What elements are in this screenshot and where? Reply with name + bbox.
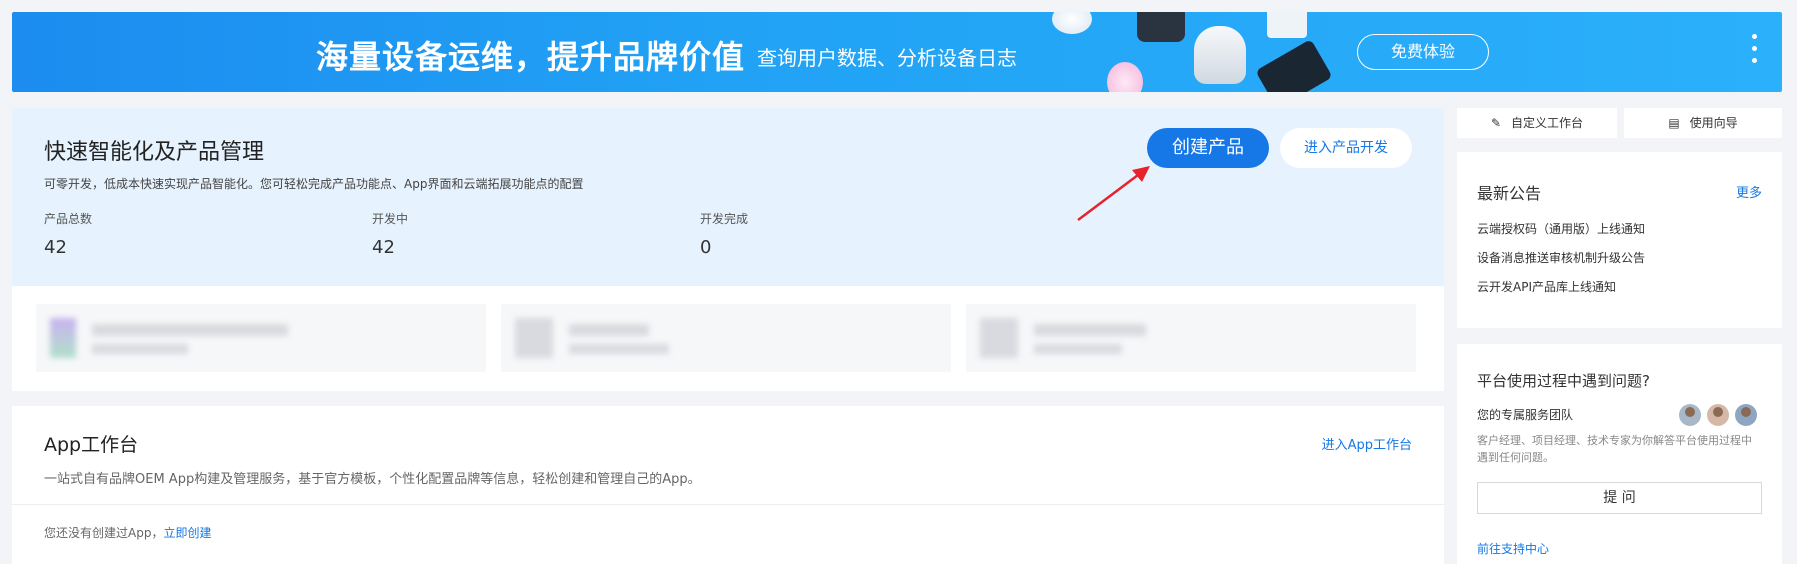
hero-description: 可零开发，低成本快速实现产品智能化。您可轻松完成产品功能点、App界面和云端拓展… — [44, 177, 584, 191]
stat-developing: 开发中 42 — [372, 210, 408, 258]
support-center-link[interactable]: 前往支持中心 — [1477, 540, 1549, 557]
ask-question-button[interactable]: 提 问 — [1477, 482, 1762, 514]
product-card[interactable] — [36, 304, 486, 372]
free-trial-button[interactable]: 免费体验 — [1357, 34, 1489, 70]
banner-subtitle: 查询用户数据、分析设备日志 — [757, 46, 1017, 70]
hero-section: 快速智能化及产品管理 可零开发，低成本快速实现产品智能化。您可轻松完成产品功能点… — [12, 108, 1444, 286]
avatar — [1679, 404, 1701, 426]
stat-label: 开发中 — [372, 212, 409, 226]
custom-workbench-button[interactable]: ✎ 自定义工作台 — [1457, 108, 1617, 138]
product-meta-blurred — [92, 344, 188, 354]
app-workbench-card: App工作台 一站式自有品牌OEM App构建及管理服务，基于官方模板，个性化配… — [12, 406, 1444, 564]
help-description: 客户经理、项目经理、技术专家为你解答平台使用过程中遇到任何问题。 — [1477, 434, 1752, 464]
app-workbench-title: App工作台 — [44, 434, 139, 456]
color-bulb-image — [1107, 62, 1143, 92]
product-card[interactable] — [966, 304, 1416, 372]
promo-banner[interactable]: 海量设备运维，提升品牌价值 查询用户数据、分析设备日志 免费体验 — [12, 12, 1782, 92]
notices-title: 最新公告 — [1477, 184, 1542, 203]
app-empty-state: 您还没有创建过App，立即创建 — [44, 524, 211, 541]
notice-item[interactable]: 设备消息推送审核机制升级公告 — [1477, 249, 1645, 266]
product-meta-blurred — [569, 344, 669, 354]
notice-item[interactable]: 云开发API产品库上线通知 — [1477, 278, 1616, 295]
stat-value: 0 — [700, 237, 712, 258]
product-icon — [50, 318, 76, 358]
notice-item[interactable]: 云端授权码（通用版）上线通知 — [1477, 220, 1645, 237]
product-icon — [515, 318, 553, 358]
product-name-blurred — [569, 324, 649, 336]
app-workbench-description: 一站式自有品牌OEM App构建及管理服务，基于官方模板，个性化配置品牌等信息，… — [44, 472, 701, 487]
usage-guide-button[interactable]: ▤ 使用向导 — [1624, 108, 1782, 138]
edit-icon: ✎ — [1491, 116, 1502, 130]
guide-icon: ▤ — [1668, 116, 1680, 130]
custom-workbench-label: 自定义工作台 — [1510, 116, 1583, 130]
avatar — [1735, 404, 1757, 426]
stat-completed: 开发完成 0 — [700, 210, 748, 258]
create-product-button[interactable]: 创建产品 — [1147, 128, 1269, 168]
product-icon — [980, 318, 1018, 358]
avatar — [1707, 404, 1729, 426]
empty-text: 您还没有创建过App， — [44, 526, 164, 540]
help-title: 平台使用过程中遇到问题? — [1477, 372, 1650, 390]
product-meta-blurred — [1034, 344, 1122, 354]
camera-image — [1137, 12, 1185, 42]
product-management-card: 快速智能化及产品管理 可零开发，低成本快速实现产品智能化。您可轻松完成产品功能点… — [12, 108, 1444, 391]
red-arrow-annotation — [1077, 166, 1150, 221]
usage-guide-label: 使用向导 — [1689, 116, 1738, 130]
product-card[interactable] — [501, 304, 951, 372]
product-name-blurred — [92, 324, 288, 336]
notices-panel: 最新公告 更多 云端授权码（通用版）上线通知 设备消息推送审核机制升级公告 云开… — [1457, 152, 1782, 328]
enter-app-workbench-link[interactable]: 进入App工作台 — [1322, 434, 1412, 453]
banner-title: 海量设备运维，提升品牌价值 — [316, 38, 746, 76]
smart-plug-image — [1267, 12, 1307, 38]
smart-bulb-image — [1052, 12, 1092, 34]
create-app-link[interactable]: 立即创建 — [163, 526, 211, 540]
security-camera-image — [1194, 26, 1246, 84]
divider — [12, 504, 1444, 505]
service-team-label: 您的专属服务团队 — [1477, 408, 1574, 422]
stat-label: 开发完成 — [700, 212, 749, 226]
stat-total: 产品总数 42 — [44, 210, 92, 258]
stat-value: 42 — [44, 237, 67, 258]
stat-label: 产品总数 — [44, 212, 93, 226]
enter-product-dev-button[interactable]: 进入产品开发 — [1280, 128, 1412, 168]
hero-title: 快速智能化及产品管理 — [44, 140, 265, 165]
product-name-blurred — [1034, 324, 1146, 336]
keypad-image — [1255, 38, 1333, 92]
stat-value: 42 — [372, 237, 395, 258]
more-options-icon[interactable] — [1752, 34, 1758, 70]
notices-more-link[interactable]: 更多 — [1736, 182, 1762, 201]
help-panel: 平台使用过程中遇到问题? 您的专属服务团队 客户经理、项目经理、技术专家为你解答… — [1457, 344, 1782, 564]
